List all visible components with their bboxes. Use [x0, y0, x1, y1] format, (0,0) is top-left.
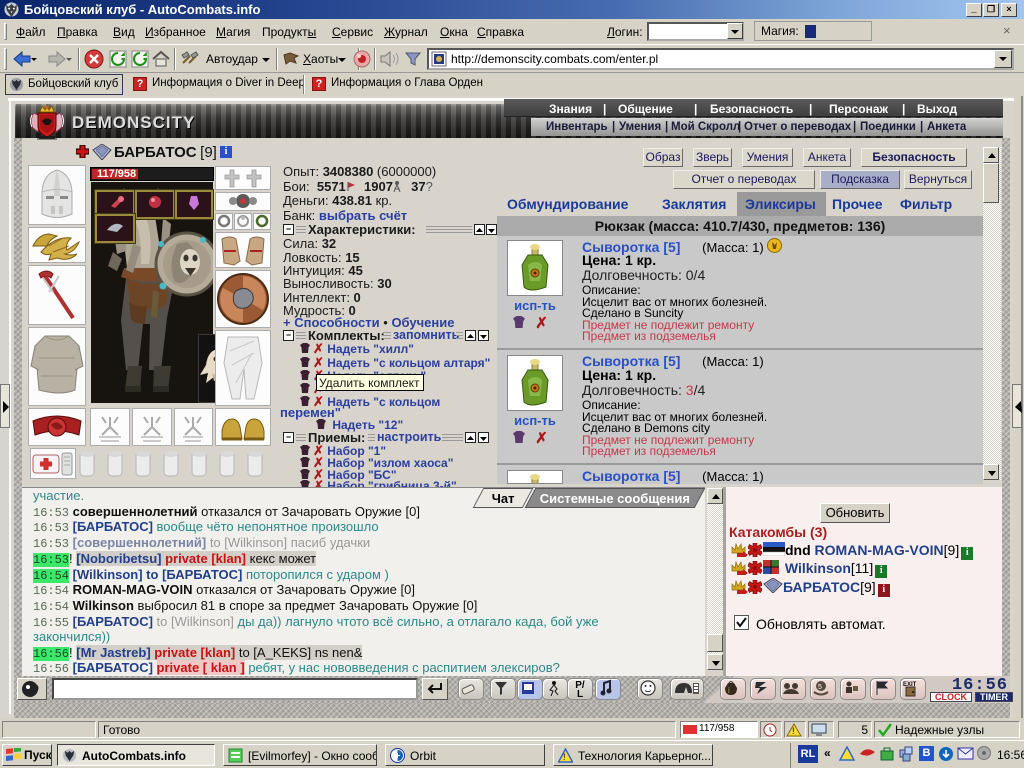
svg-text:5: 5 — [818, 684, 822, 691]
svg-text:!: ! — [792, 726, 795, 736]
svg-text:i: i — [728, 686, 730, 695]
svg-text:!: ! — [563, 752, 566, 762]
